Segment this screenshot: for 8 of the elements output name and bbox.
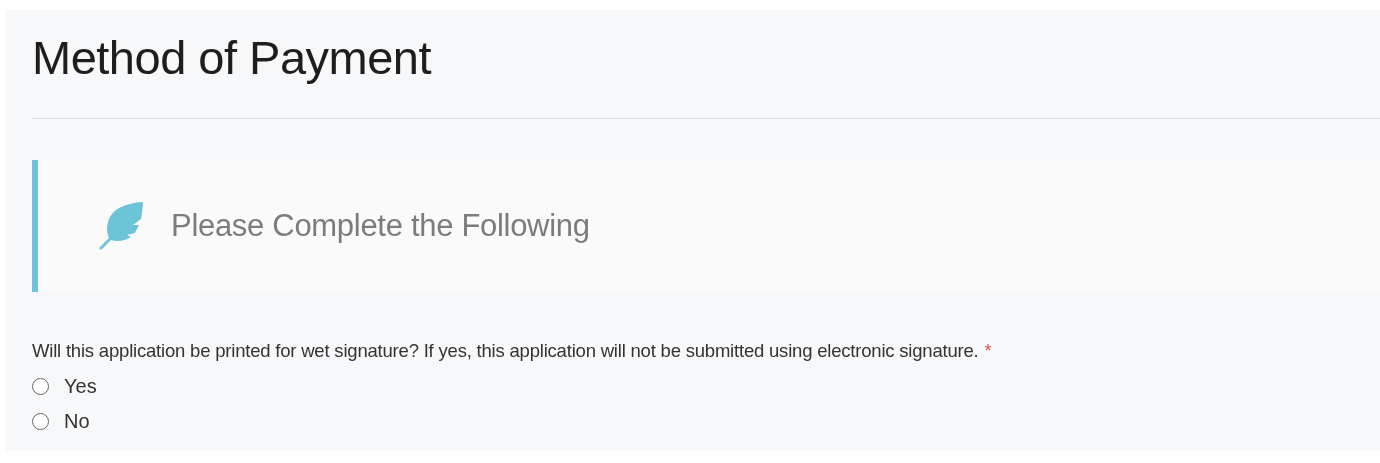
radio-button[interactable]: [32, 378, 49, 395]
section-title: Method of Payment: [32, 30, 433, 86]
required-mark: *: [984, 340, 992, 361]
callout-heading: Please Complete the Following: [171, 208, 590, 244]
option-label[interactable]: Yes: [64, 375, 97, 398]
radio-button[interactable]: [32, 413, 49, 430]
option-label[interactable]: No: [64, 410, 90, 433]
question-label: Will this application be printed for wet signature? If yes, this application will not be submitted using electronic signature.: [32, 340, 979, 361]
